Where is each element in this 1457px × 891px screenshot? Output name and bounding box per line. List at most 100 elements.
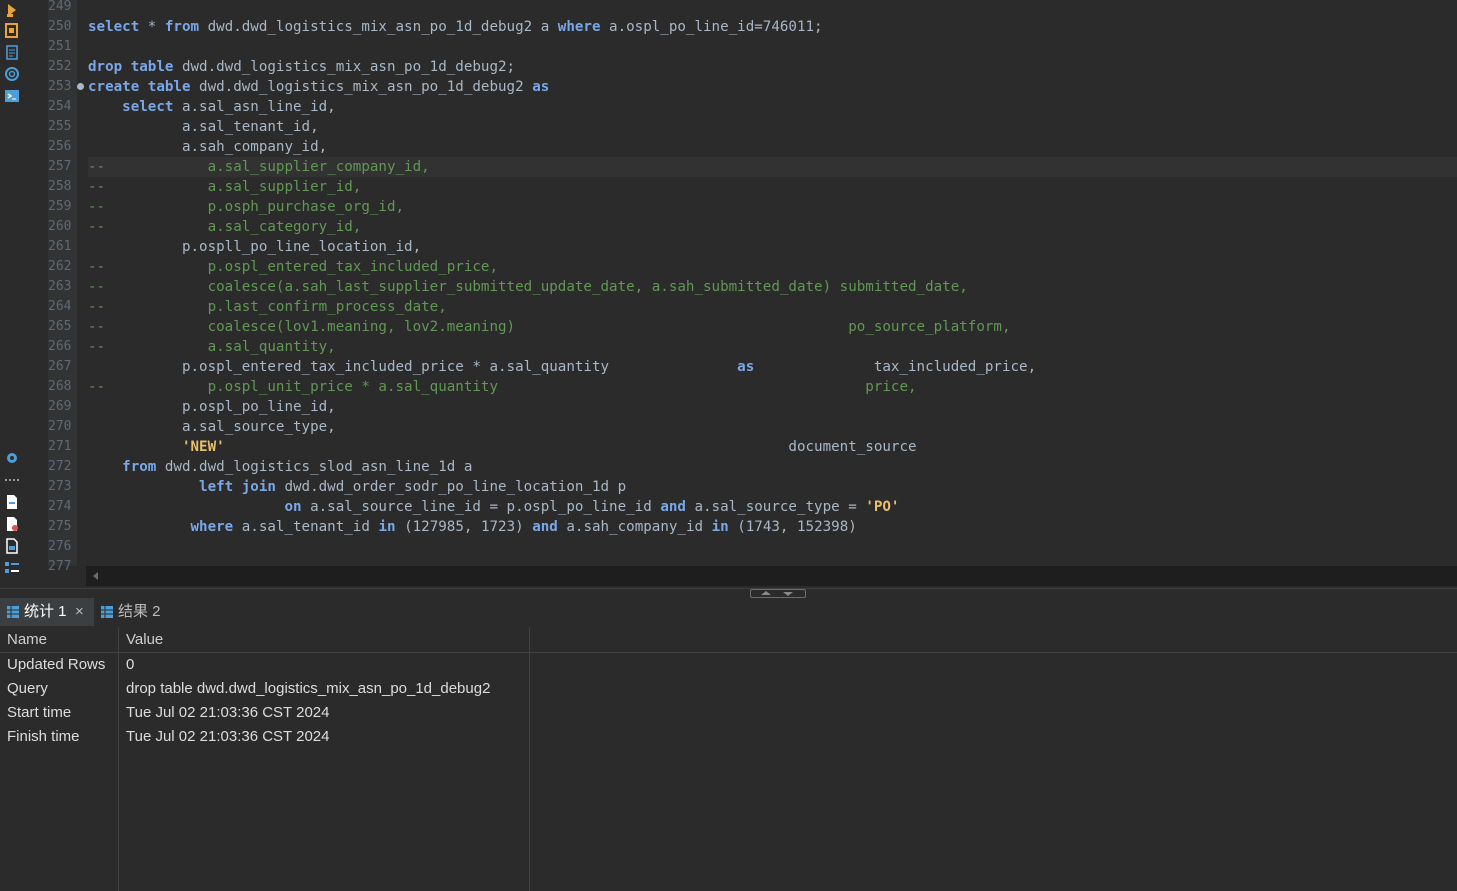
sql-string: 'NEW' (181, 439, 225, 455)
sql-text: dwd.dwd_order_sodr_po_line_location_1d p (275, 479, 627, 495)
sql-text: tax_included_price, (754, 359, 1037, 375)
splitter-handle[interactable] (750, 589, 806, 598)
close-icon[interactable]: × (75, 598, 84, 626)
grid-icon (7, 606, 19, 618)
file-icon[interactable] (4, 538, 20, 554)
column-header-name[interactable]: Name (7, 627, 47, 652)
result-tabs: 统计 1 × 结果 2 (0, 598, 1457, 626)
row-value-cell[interactable]: 0 (126, 653, 134, 677)
scroll-left-icon[interactable] (90, 566, 102, 586)
line-number: 252 (48, 59, 72, 74)
line-number: 260 (48, 219, 72, 234)
column-divider (529, 627, 530, 891)
line-number: 256 (48, 139, 72, 154)
import-icon[interactable] (4, 516, 20, 532)
sql-code-editor[interactable]: select * from dwd.dwd_logistics_mix_asn_… (88, 0, 1457, 566)
outline-icon[interactable] (4, 560, 20, 576)
sql-text: a.sal_source_type = (685, 499, 866, 515)
sql-text: a.sal_source_type, (88, 419, 336, 435)
line-number: 267 (48, 359, 72, 374)
code-line: from dwd.dwd_logistics_slod_asn_line_1d … (88, 457, 1457, 477)
openai-icon[interactable] (4, 66, 20, 82)
sql-keyword: from (122, 459, 157, 475)
sql-keyword: as (532, 79, 550, 95)
code-line: 'NEW' document_source (88, 437, 1457, 457)
settings-icon[interactable] (4, 450, 20, 466)
sql-text: (1743, 152398) (728, 519, 857, 535)
row-name-cell[interactable]: Finish time (7, 725, 80, 749)
tab-result-2[interactable]: 结果 2 (95, 598, 175, 626)
line-number: 263 (48, 279, 72, 294)
sql-text: dwd.dwd_logistics_mix_asn_po_1d_debug2 a (199, 19, 558, 35)
line-number: 265 (48, 319, 72, 334)
code-line: -- p.ospl_unit_price * a.sal_quantity pr… (88, 377, 1457, 397)
sql-text: dwd.dwd_logistics_slod_asn_line_1d a (156, 459, 473, 475)
result-grid: Name Value Updated Rows 0 Query drop tab… (0, 627, 1457, 891)
sql-keyword: table (147, 79, 191, 95)
code-line: p.ospl_entered_tax_included_price * a.sa… (88, 357, 1457, 377)
line-number: 276 (48, 539, 72, 554)
line-number: 273 (48, 479, 72, 494)
column-header-value[interactable]: Value (126, 627, 163, 652)
line-number: 253 (48, 79, 72, 94)
row-value-cell[interactable]: Tue Jul 02 21:03:36 CST 2024 (126, 701, 329, 725)
line-number: 250 (48, 19, 72, 34)
line-number: 254 (48, 99, 72, 114)
row-value-cell[interactable]: Tue Jul 02 21:03:36 CST 2024 (126, 725, 329, 749)
terminal-icon[interactable] (4, 88, 20, 104)
sql-text: * (139, 19, 165, 35)
sql-text: a.sal_source_line_id = p.ospl_po_line_id (301, 499, 661, 515)
code-line: -- p.osph_purchase_org_id, (88, 197, 1457, 217)
line-number: 261 (48, 239, 72, 254)
code-line: a.sah_company_id, (88, 137, 1457, 157)
sql-comment: -- a.sal_category_id, (88, 219, 362, 235)
sql-keyword: as (737, 359, 755, 375)
more-icon[interactable] (4, 472, 20, 488)
panel-splitter[interactable] (0, 588, 1457, 598)
sql-text: a.sah_company_id, (88, 139, 328, 155)
sql-text: p.ospl_entered_tax_included_price * a.sa… (88, 359, 738, 375)
fold-marker-icon[interactable] (77, 83, 84, 90)
row-name-cell[interactable]: Query (7, 677, 48, 701)
code-line: a.sal_tenant_id, (88, 117, 1457, 137)
format-icon[interactable] (4, 44, 20, 60)
sql-keyword: create (88, 79, 140, 95)
sql-comment: -- coalesce(lov1.meaning, lov2.meaning) … (88, 319, 1011, 335)
export-icon[interactable] (4, 494, 20, 510)
sql-keyword: in (378, 519, 396, 535)
row-value-cell[interactable]: drop table dwd.dwd_logistics_mix_asn_po_… (126, 677, 490, 701)
sql-keyword: left join (199, 479, 276, 495)
code-line: -- a.sal_category_id, (88, 217, 1457, 237)
code-line: p.ospl_po_line_id, (88, 397, 1457, 417)
sql-keyword: in (711, 519, 729, 535)
column-divider (118, 627, 119, 891)
tab-label: 统计 1 (24, 603, 67, 620)
sql-comment: -- p.ospl_entered_tax_included_price, (88, 259, 498, 275)
sql-keyword: drop (88, 59, 123, 75)
code-line: on a.sal_source_line_id = p.ospl_po_line… (88, 497, 1457, 517)
row-name-cell[interactable]: Start time (7, 701, 71, 725)
sql-text: document_source (224, 439, 917, 455)
row-name-cell[interactable]: Updated Rows (7, 653, 105, 677)
code-line: -- a.sal_supplier_id, (88, 177, 1457, 197)
sql-keyword: table (130, 59, 174, 75)
sql-string: 'PO' (865, 499, 900, 515)
horizontal-scrollbar[interactable] (86, 566, 1457, 586)
run-icon[interactable] (4, 2, 20, 18)
code-line: where a.sal_tenant_id in (127985, 1723) … (88, 517, 1457, 537)
sql-text: p.ospl_po_line_id, (88, 399, 336, 415)
sql-keyword: and (532, 519, 558, 535)
explain-icon[interactable] (4, 22, 20, 38)
code-line: -- coalesce(a.sah_last_supplier_submitte… (88, 277, 1457, 297)
sql-keyword: select (88, 19, 140, 35)
tab-statistics-1[interactable]: 统计 1 × (0, 598, 94, 626)
code-line: a.sal_source_type, (88, 417, 1457, 437)
code-line: select * from dwd.dwd_logistics_mix_asn_… (88, 17, 1457, 37)
sql-comment: -- a.sal_supplier_id, (88, 179, 362, 195)
sql-text: a.sah_company_id (557, 519, 712, 535)
sql-text: dwd.dwd_logistics_mix_asn_po_1d_debug2; (173, 59, 516, 75)
code-line: select a.sal_asn_line_id, (88, 97, 1457, 117)
